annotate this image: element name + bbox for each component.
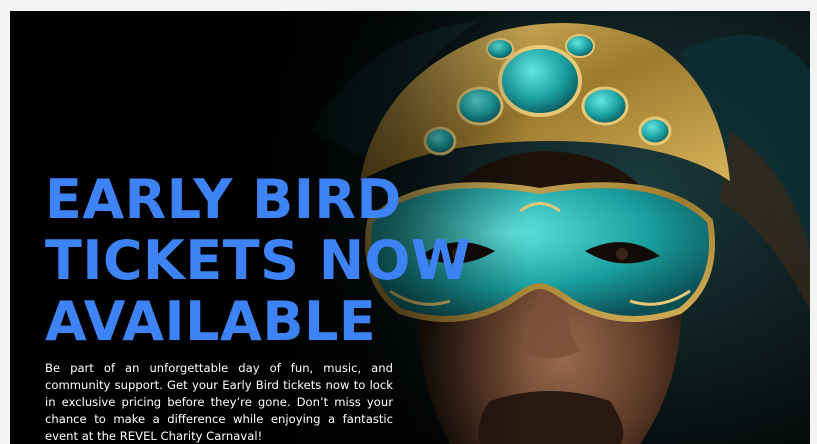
hero-banner: EARLY BIRD TICKETS NOW AVAILABLE Be part… bbox=[10, 11, 810, 444]
headline-line: EARLY BIRD bbox=[45, 168, 402, 231]
headline-line: TICKETS NOW bbox=[45, 229, 471, 292]
hero-description: Be part of an unforgettable day of fun, … bbox=[45, 361, 393, 443]
hero-headline: EARLY BIRD TICKETS NOW AVAILABLE bbox=[45, 169, 485, 352]
headline-line: AVAILABLE bbox=[45, 290, 377, 353]
